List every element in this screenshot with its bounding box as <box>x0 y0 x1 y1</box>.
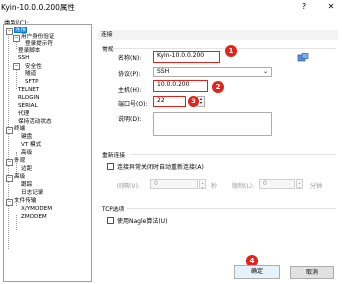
host-label: 主机(H): <box>118 87 142 94</box>
help-button[interactable]: ? <box>297 1 311 13</box>
name-input[interactable]: Kyin-10.0.0.200 <box>153 51 220 63</box>
reconnect-section-title: 重新连接 <box>102 153 126 159</box>
collapse-icon[interactable]: − <box>6 28 13 35</box>
name-icon <box>297 53 309 63</box>
limit-spinner[interactable]: ▴ ▾ <box>296 179 303 190</box>
protocol-value: SSH <box>157 68 170 75</box>
tree-item-file-transfer[interactable]: 文件传输 <box>14 198 36 205</box>
limit-unit: 分钟 <box>310 183 323 190</box>
cancel-button[interactable]: 取消 <box>290 266 334 279</box>
tree-item-keepalive[interactable]: 保持活动状态 <box>18 119 52 126</box>
collapse-icon[interactable]: − <box>6 159 13 166</box>
interval-unit: 秒 <box>211 183 218 190</box>
tree-item-keyboard[interactable]: 键盘 <box>21 134 32 141</box>
tree-item-serial[interactable]: SERIAL <box>18 103 38 110</box>
close-button[interactable]: ✕ <box>324 1 338 13</box>
port-label: 端口号(O): <box>118 101 148 108</box>
step-badge-2: 2 <box>212 81 224 93</box>
tree-item-user-auth[interactable]: 用户身份验证 <box>21 34 55 41</box>
tree-item-terminal[interactable]: 终端 <box>14 126 25 133</box>
tree-item-connection[interactable]: 连接 <box>14 27 28 34</box>
interval-label: 间隔(V): <box>117 183 140 190</box>
tree-item-ssh[interactable]: SSH <box>18 55 29 62</box>
tree-item-appearance[interactable]: 外观 <box>14 158 25 165</box>
tree-item-rlogin[interactable]: RLOGIN <box>18 95 39 102</box>
chevron-down-icon: ⌄ <box>262 68 268 75</box>
tree-item-login-script[interactable]: 登录脚本 <box>18 48 40 55</box>
auto-reconnect-label: 连接异常关闭时自动重新连接(A) <box>117 164 204 171</box>
tree-item-trace[interactable]: 跟踪 <box>21 182 32 189</box>
tree-item-proxy[interactable]: 代理 <box>18 111 29 118</box>
collapse-icon[interactable]: − <box>6 199 13 206</box>
step-badge-3: 3 <box>188 96 199 107</box>
limit-label: 限制(L): <box>232 183 255 190</box>
window-title: Kyin-10.0.0.200属性 <box>1 3 75 12</box>
step-badge-1: 1 <box>225 45 237 57</box>
description-textarea[interactable] <box>153 112 272 136</box>
collapse-icon[interactable]: − <box>13 35 20 42</box>
title-bar: Kyin-10.0.0.200属性 ? ✕ <box>0 0 342 14</box>
protocol-select[interactable]: SSH ⌄ <box>153 67 272 77</box>
divider <box>112 48 336 49</box>
protocol-label: 协议(P): <box>118 71 141 78</box>
tcp-section-title: TCP选项 <box>102 207 125 213</box>
tree-item-tunnel[interactable]: 隧道 <box>25 71 36 78</box>
nagle-label: 使用Nagle算法(U) <box>117 218 168 225</box>
tree-item-terminal-advanced[interactable]: 高级 <box>21 150 32 157</box>
tree-item-logging[interactable]: 日志记录 <box>21 190 43 197</box>
tree-item-sftp[interactable]: SFTP <box>25 79 38 86</box>
tree-item-security[interactable]: 安全性 <box>25 64 42 71</box>
tree-item-telnet[interactable]: TELNET <box>18 87 39 94</box>
page-title: 连接 <box>98 30 338 40</box>
divider <box>130 154 336 155</box>
tree-item-vt-mode[interactable]: VT 模式 <box>21 142 41 149</box>
interval-spinner[interactable]: ▴ ▾ <box>199 179 206 190</box>
collapse-icon[interactable]: − <box>13 63 20 70</box>
port-input[interactable]: 22 <box>153 96 186 107</box>
tree-item-advanced[interactable]: 高级 <box>14 174 25 181</box>
auto-reconnect-checkbox[interactable] <box>107 163 114 170</box>
collapse-icon[interactable]: − <box>6 127 13 134</box>
nagle-checkbox[interactable] <box>107 217 114 224</box>
ok-button[interactable]: 确定 <box>234 265 280 279</box>
host-input[interactable]: 10.0.0.200 <box>153 80 208 92</box>
collapse-icon[interactable]: − <box>6 175 13 182</box>
tree-item-zmodem[interactable]: ZMODEM <box>21 214 47 221</box>
limit-input[interactable]: 0 <box>259 179 295 189</box>
tree-item-margins[interactable]: 边距 <box>21 166 32 173</box>
tree-item-login-prompts[interactable]: 登录提示符 <box>25 41 53 48</box>
category-tree[interactable]: − 连接 − 用户身份验证 登录提示符 登录脚本 − SSH 安全性 隧道 SF… <box>3 24 92 282</box>
name-label: 名称(N): <box>118 55 142 62</box>
divider <box>127 208 336 209</box>
tree-item-xymodem[interactable]: X/YMODEM <box>21 206 52 213</box>
interval-input[interactable]: 0 <box>150 179 198 189</box>
description-label: 说明(D): <box>118 116 142 123</box>
